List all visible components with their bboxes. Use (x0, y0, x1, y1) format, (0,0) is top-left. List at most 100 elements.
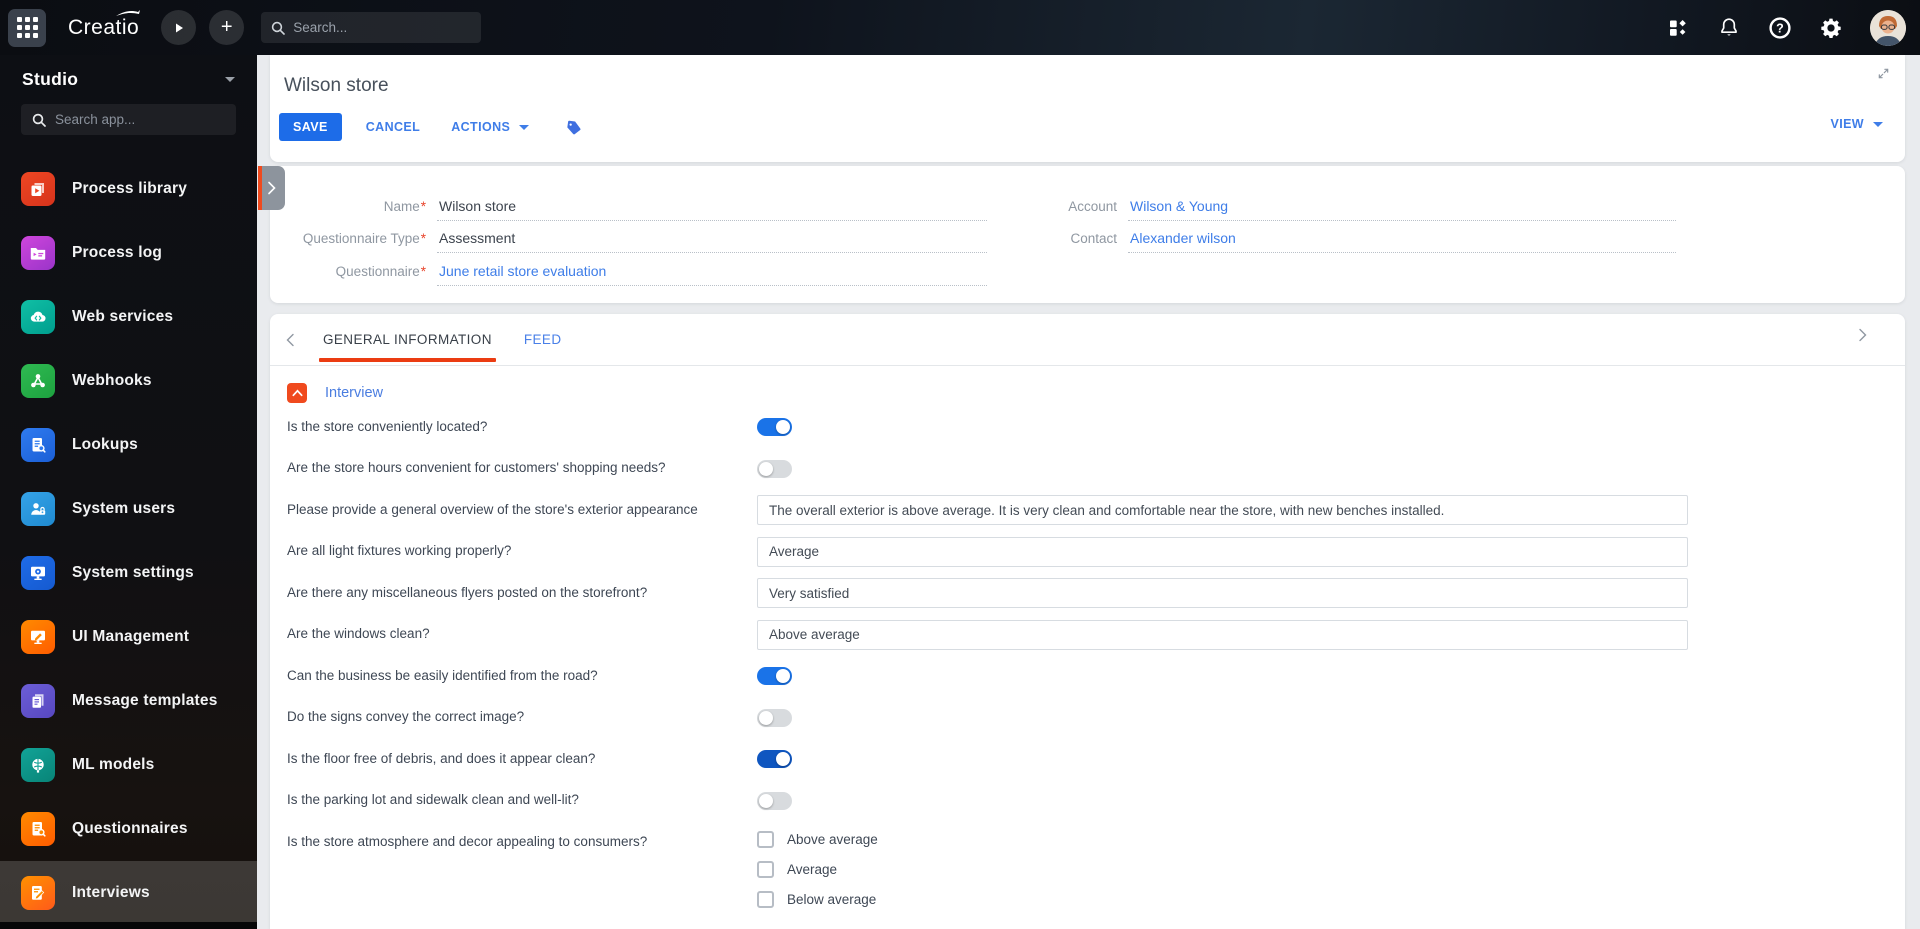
toggle-switch[interactable] (757, 667, 792, 685)
toggle-switch[interactable] (757, 459, 792, 478)
avatar-photo (1870, 9, 1906, 46)
workspace-selector[interactable]: Studio (0, 55, 257, 90)
field-value[interactable]: Assessment (437, 230, 987, 253)
lookups-icon (21, 428, 55, 462)
toggle-switch[interactable] (757, 791, 792, 810)
expand-side-panel-button[interactable] (258, 166, 285, 210)
sidebar-item-questionnaires[interactable]: Questionnaires (0, 797, 257, 861)
sidebar: Studio Search app... Process library Proc… (0, 55, 257, 929)
tab-bar: GENERAL INFORMATION FEED (270, 314, 1905, 366)
section-title: Interview (325, 385, 384, 401)
tab-feed[interactable]: FEED (520, 314, 566, 366)
sidebar-item-process-library[interactable]: Process library (0, 157, 257, 221)
settings-button[interactable] (1819, 16, 1843, 40)
question-row: Is the floor free of debris, and does it… (287, 744, 1905, 774)
ui-management-icon (21, 620, 55, 654)
field-label: Questionnaire Type* (270, 231, 426, 253)
checkbox-option[interactable]: Average (757, 861, 878, 878)
tags-button[interactable] (565, 119, 582, 136)
checkbox[interactable] (757, 861, 774, 878)
question-label: Can the business be easily identified fr… (287, 667, 598, 683)
field-label-text: Questionnaire (335, 263, 420, 279)
web-services-icon (21, 300, 55, 334)
questionnaires-icon (21, 812, 55, 846)
cancel-button[interactable]: CANCEL (366, 120, 420, 134)
app-search-placeholder: Search app... (55, 112, 136, 127)
question-label: Do the signs convey the correct image? (287, 709, 525, 725)
checkbox-label: Average (787, 862, 838, 877)
tab-general-information[interactable]: GENERAL INFORMATION (319, 314, 496, 366)
bell-icon (1721, 18, 1737, 36)
record-header-card: Wilson store SAVE CANCEL ACTIONS VIEW (270, 55, 1905, 162)
checkbox[interactable] (757, 891, 774, 908)
sidebar-item-label: Process library (72, 180, 188, 197)
app-launcher-button[interactable] (8, 8, 46, 47)
answer-input[interactable]: Very satisfied (757, 578, 1688, 608)
actions-button[interactable]: ACTIONS (451, 120, 530, 134)
record-profile-card: Name* Wilson store Questionnaire Type* Asse… (270, 166, 1905, 303)
toggle-switch[interactable] (757, 708, 792, 727)
sidebar-item-ml-models[interactable]: ML models (0, 733, 257, 797)
checkbox-option[interactable]: Above average (757, 831, 878, 848)
app-search-input[interactable]: Search app... (21, 104, 236, 135)
answer-input[interactable]: Above average (757, 619, 1688, 650)
sidebar-item-label: Questionnaires (72, 820, 188, 837)
user-avatar[interactable] (1870, 9, 1906, 46)
answer-input[interactable]: Average (757, 536, 1688, 567)
view-button[interactable]: VIEW (1830, 117, 1883, 131)
chevron-left-icon (286, 333, 294, 346)
field-value-link[interactable]: Wilson & Young (1128, 198, 1676, 221)
sidebar-item-lookups[interactable]: Lookups (0, 413, 257, 477)
question-control (757, 667, 792, 685)
tabs-scroll-right-button[interactable] (1847, 328, 1877, 342)
process-log-icon (21, 236, 55, 270)
checkbox[interactable] (757, 831, 774, 848)
sidebar-item-system-settings[interactable]: System settings (0, 541, 257, 605)
sidebar-item-process-log[interactable]: Process log (0, 221, 257, 285)
sidebar-item-web-services[interactable]: Web services (0, 285, 257, 349)
question-label: Please provide a general overview of the… (287, 501, 698, 517)
field-value-link[interactable]: Alexander wilson (1128, 230, 1676, 253)
expand-page-button[interactable] (1877, 67, 1890, 85)
question-control (757, 708, 792, 727)
question-row: Are the windows clean? Above average (287, 619, 1905, 650)
checkbox-label: Above average (787, 832, 878, 847)
toggle-knob (776, 420, 790, 434)
answer-input[interactable]: The overall exterior is above average. I… (757, 495, 1688, 525)
save-button[interactable]: SAVE (279, 113, 342, 141)
sidebar-item-system-users[interactable]: System users (0, 477, 257, 541)
quick-add-button[interactable]: + (209, 10, 245, 45)
field-row: Questionnaire Type* Assessment (270, 221, 987, 253)
toggle-switch[interactable] (757, 750, 792, 768)
sidebar-item-webhooks[interactable]: Webhooks (0, 349, 257, 413)
profile-fields-right: Account Wilson & Young Contact Alexander wi… (961, 188, 1676, 253)
question-label: Are the store hours convenient for custo… (287, 460, 666, 476)
collapse-section-button[interactable] (287, 383, 307, 403)
system-settings-icon (21, 556, 55, 590)
marketplace-apps-button[interactable] (1666, 16, 1690, 40)
sidebar-item-ui-management[interactable]: UI Management (0, 605, 257, 669)
top-bar-actions: ? (1666, 9, 1920, 46)
gear-icon (1821, 18, 1841, 38)
question-control (757, 418, 792, 436)
checkbox-option[interactable]: Below average (757, 891, 878, 908)
question-row: Is the store conveniently located? (287, 412, 1905, 442)
sidebar-item-interviews[interactable]: Interviews (0, 861, 257, 925)
field-value-link[interactable]: June retail store evaluation (437, 263, 987, 286)
question-row: Is the parking lot and sidewalk clean an… (287, 786, 1905, 816)
help-button[interactable]: ? (1768, 16, 1792, 40)
field-row: Questionnaire* June retail store evaluati… (270, 253, 987, 286)
required-marker: * (420, 198, 426, 214)
creatio-logo: Creatio (68, 9, 141, 40)
question-row: Can the business be easily identified fr… (287, 661, 1905, 691)
sidebar-item-label: Lookups (72, 436, 138, 453)
tabs-scroll-left-button[interactable] (275, 333, 305, 347)
logo-swoosh-icon (116, 9, 141, 16)
toggle-switch[interactable] (757, 418, 792, 436)
global-search-input[interactable]: Search... (261, 12, 482, 43)
run-process-button[interactable] (161, 10, 197, 45)
notifications-button[interactable] (1717, 16, 1741, 40)
field-value[interactable]: Wilson store (437, 198, 987, 221)
sidebar-item-message-templates[interactable]: Message templates (0, 669, 257, 733)
section-header: Interview (287, 382, 1905, 404)
